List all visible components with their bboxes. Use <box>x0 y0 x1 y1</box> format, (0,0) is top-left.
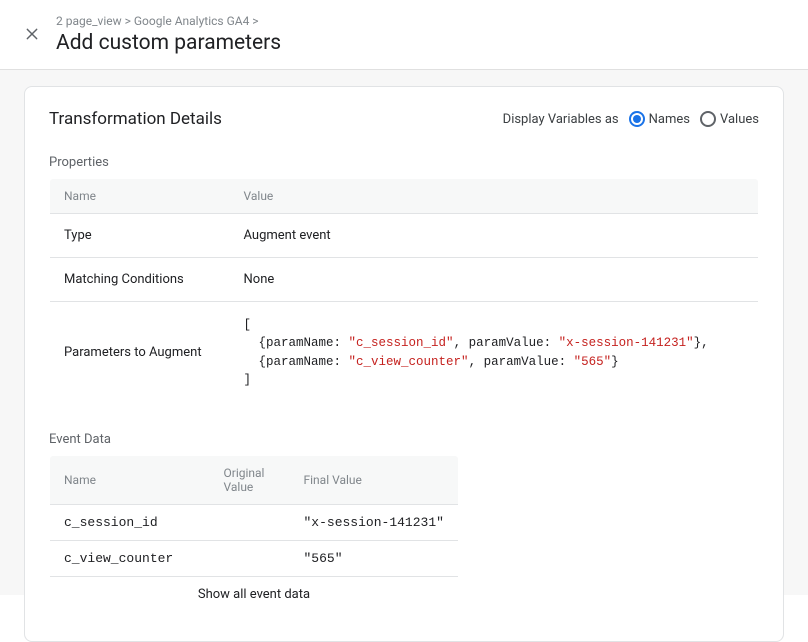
radio-values-label: Values <box>720 112 759 127</box>
transformation-card: Transformation Details Display Variables… <box>24 86 784 642</box>
event-original <box>210 540 290 576</box>
table-row: c_view_counter "565" <box>50 540 459 576</box>
table-row: c_session_id "x-session-141231" <box>50 504 459 540</box>
event-name: c_view_counter <box>50 540 210 576</box>
radio-names-label: Names <box>649 112 690 127</box>
table-row: Matching Conditions None <box>50 258 759 302</box>
breadcrumb: 2 page_view > Google Analytics GA4 > <box>56 14 808 28</box>
event-final: "565" <box>290 540 459 576</box>
table-row: Parameters to Augment [ {paramName: "c_s… <box>50 302 759 404</box>
radio-values[interactable]: Values <box>700 111 759 127</box>
display-variables-control: Display Variables as Names Values <box>503 111 759 127</box>
prop-value: Augment event <box>230 214 759 258</box>
col-final: Final Value <box>290 455 459 504</box>
top-bar: 2 page_view > Google Analytics GA4 > Add… <box>0 0 808 70</box>
radio-icon <box>629 111 645 127</box>
show-all-event-data[interactable]: Show all event data <box>50 576 459 612</box>
table-row: Type Augment event <box>50 214 759 258</box>
content-area: Transformation Details Display Variables… <box>0 70 808 595</box>
event-original <box>210 504 290 540</box>
radio-icon <box>700 111 716 127</box>
event-final: "x-session-141231" <box>290 504 459 540</box>
properties-table: Name Value Type Augment event Matching C… <box>49 178 759 404</box>
close-icon <box>24 26 40 42</box>
col-value: Value <box>230 179 759 214</box>
page-title: Add custom parameters <box>56 30 808 57</box>
col-name: Name <box>50 179 230 214</box>
prop-name: Matching Conditions <box>50 258 230 302</box>
prop-name: Type <box>50 214 230 258</box>
col-name: Name <box>50 455 210 504</box>
prop-name: Parameters to Augment <box>50 302 230 404</box>
col-original: Original Value <box>210 455 290 504</box>
params-code: [ {paramName: "c_session_id", paramValue… <box>244 316 745 389</box>
event-data-label: Event Data <box>49 432 759 447</box>
properties-label: Properties <box>49 155 759 170</box>
close-button[interactable] <box>24 26 40 42</box>
radio-names[interactable]: Names <box>629 111 690 127</box>
card-title: Transformation Details <box>49 109 222 129</box>
prop-value: [ {paramName: "c_session_id", paramValue… <box>230 302 759 404</box>
show-all-row: Show all event data <box>50 576 459 612</box>
event-data-table: Name Original Value Final Value c_sessio… <box>49 455 459 613</box>
display-variables-label: Display Variables as <box>503 112 619 127</box>
prop-value: None <box>230 258 759 302</box>
event-name: c_session_id <box>50 504 210 540</box>
